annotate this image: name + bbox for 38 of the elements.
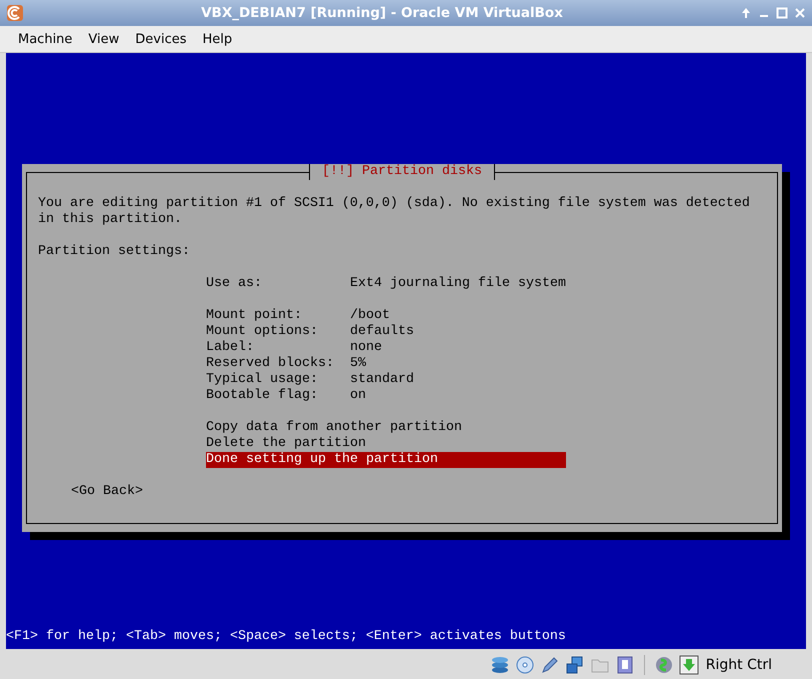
cd-icon[interactable] (514, 654, 535, 674)
menu-option[interactable]: Done setting up the partition (206, 452, 566, 468)
setting-value[interactable]: Ext4 journaling file system (350, 276, 566, 292)
menu-option[interactable]: Delete the partition (206, 436, 566, 452)
menu-item[interactable]: Machine (10, 30, 80, 48)
menu-item[interactable]: Devices (127, 30, 195, 48)
help-line: <F1> for help; <Tab> moves; <Space> selects; <Enter> activates buttons (6, 629, 566, 645)
menu-option[interactable]: Copy data from another partition (206, 420, 566, 436)
setting-value[interactable]: none (350, 340, 382, 356)
app-icon (6, 4, 24, 22)
setting-value[interactable]: /boot (350, 308, 390, 324)
setting-value[interactable]: defaults (350, 324, 414, 340)
menu-item[interactable]: View (80, 30, 128, 48)
setting-value[interactable]: on (350, 388, 366, 404)
message-text: You are editing partition #1 of SCSI1 (0,0,0) (sda). No existing file system was detected in this partition. (38, 196, 751, 228)
dialog-title: [!!] Partition disks (309, 164, 495, 180)
menu-item[interactable]: Help (194, 30, 240, 48)
chip-icon[interactable] (614, 654, 635, 674)
window-title: VBX_DEBIAN7 [Running] - Oracle VM VirtualBox (200, 5, 564, 21)
setting-label: Mount point: (206, 308, 303, 324)
setting-label: Use as: (206, 276, 263, 292)
section-label: Partition settings: (38, 244, 190, 260)
setting-label: Mount options: (206, 324, 319, 340)
setting-value[interactable]: standard (350, 372, 414, 388)
pin-icon[interactable] (740, 7, 752, 19)
host-key-label: Right Ctrl (706, 656, 772, 672)
disk-icon[interactable] (490, 654, 510, 674)
go-back-button[interactable]: <Go Back> (71, 484, 143, 500)
close-icon[interactable] (794, 7, 806, 19)
setting-label: Label: (206, 340, 255, 356)
network-icon[interactable] (564, 654, 585, 674)
globe-icon[interactable] (654, 654, 674, 674)
setting-label: Reserved blocks: (206, 356, 335, 372)
setting-value[interactable]: 5% (350, 356, 366, 372)
pen-icon[interactable] (540, 654, 560, 674)
setting-label: Bootable flag: (206, 388, 319, 404)
setting-label: Typical usage: (206, 372, 319, 388)
maximize-icon[interactable] (776, 7, 788, 19)
